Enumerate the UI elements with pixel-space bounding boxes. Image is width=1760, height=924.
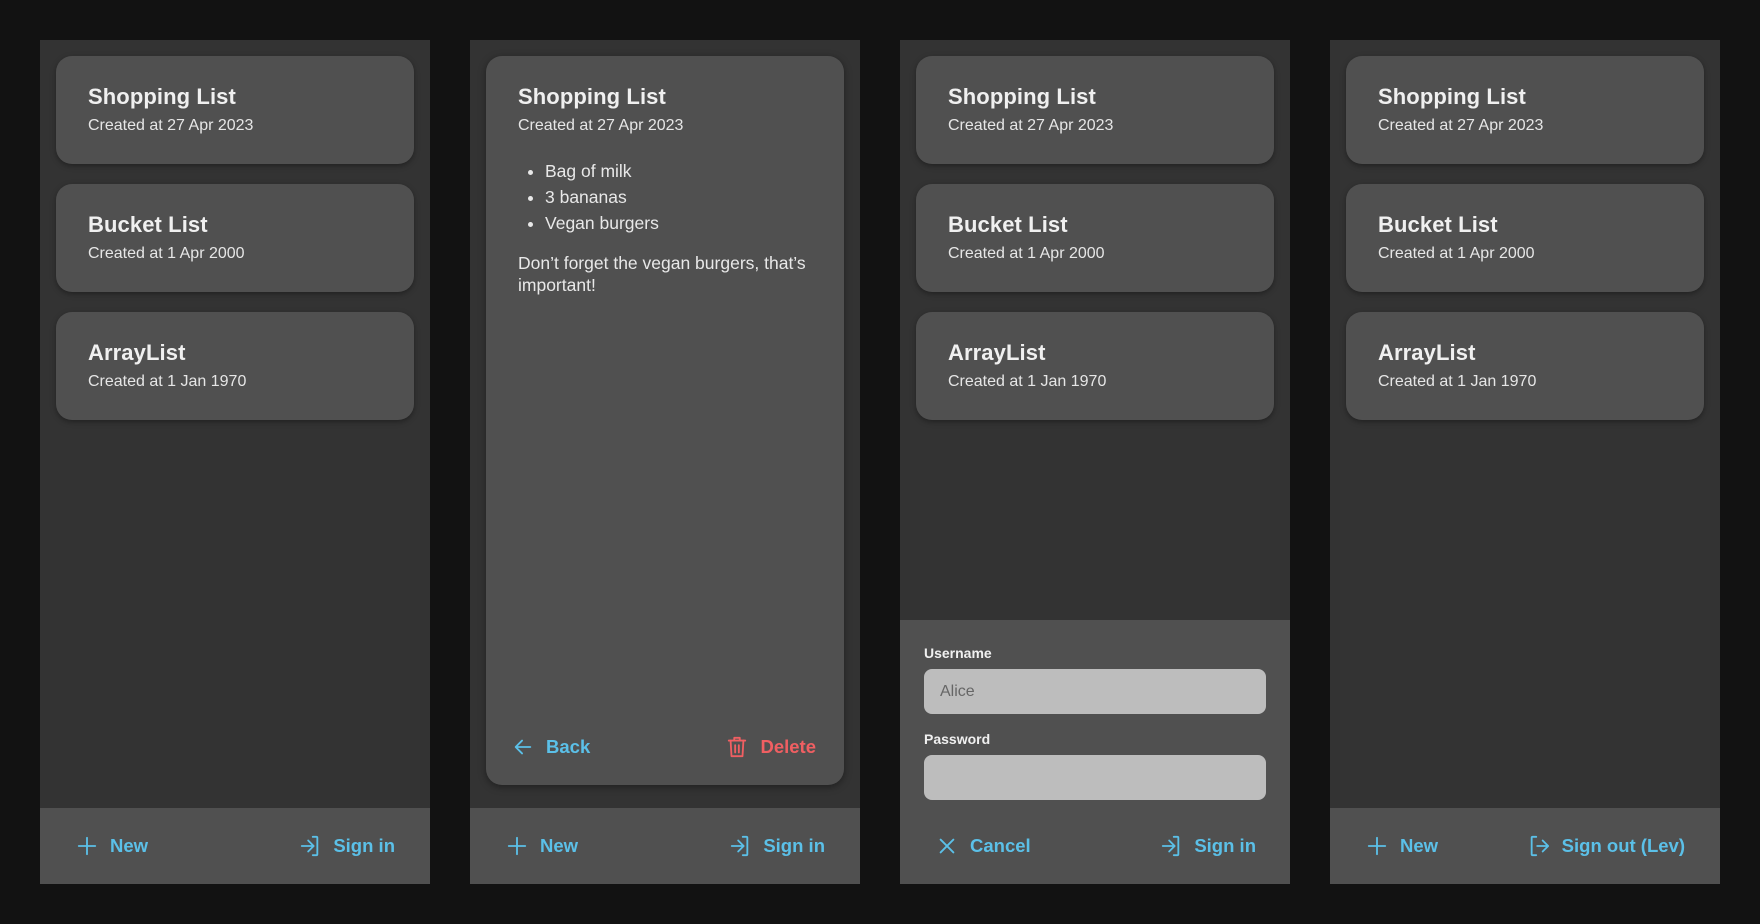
sign-in-button[interactable]: Sign in bbox=[299, 835, 395, 857]
cancel-button-label: Cancel bbox=[970, 835, 1031, 856]
arrow-left-icon bbox=[512, 736, 534, 758]
username-input[interactable] bbox=[924, 669, 1266, 714]
sign-in-button[interactable]: Sign in bbox=[729, 835, 825, 857]
list-card-title: Bucket List bbox=[948, 212, 1068, 237]
detail-actions: Back Delete bbox=[486, 729, 844, 765]
new-button[interactable]: New bbox=[506, 835, 578, 857]
sign-in-submit-button[interactable]: Sign in bbox=[1160, 835, 1256, 857]
new-button[interactable]: New bbox=[1366, 835, 1438, 857]
password-input[interactable] bbox=[924, 755, 1266, 800]
delete-button[interactable]: Delete bbox=[726, 736, 816, 758]
list-card-title: Bucket List bbox=[1378, 212, 1498, 237]
back-button-label: Back bbox=[546, 736, 591, 757]
list-card[interactable]: Bucket List Created at 1 Apr 2000 bbox=[1346, 184, 1704, 292]
bottom-bar: New Sign in bbox=[40, 808, 430, 884]
username-label: Username bbox=[924, 645, 992, 661]
list-card-created: Created at 1 Apr 2000 bbox=[88, 245, 245, 262]
sign-in-icon bbox=[299, 835, 321, 857]
list-card-title: ArrayList bbox=[948, 340, 1046, 365]
sign-out-button-label: Sign out (Lev) bbox=[1561, 835, 1685, 856]
list-card-title: Shopping List bbox=[88, 84, 236, 109]
detail-items: Bag of milk 3 bananas Vegan burgers bbox=[518, 158, 812, 236]
list-cards: Shopping List Created at 27 Apr 2023 Buc… bbox=[56, 56, 414, 440]
sign-in-actions: Cancel Sign in bbox=[900, 808, 1290, 884]
list-card-title: Bucket List bbox=[88, 212, 208, 237]
list-card-created: Created at 27 Apr 2023 bbox=[948, 117, 1114, 134]
list-card-title: Shopping List bbox=[1378, 84, 1526, 109]
list-card-title: Shopping List bbox=[948, 84, 1096, 109]
detail-note: Don’t forget the vegan burgers, that’s i… bbox=[518, 253, 806, 295]
password-label: Password bbox=[924, 731, 991, 747]
list-card[interactable]: ArrayList Created at 1 Jan 1970 bbox=[916, 312, 1274, 420]
trash-icon bbox=[726, 736, 748, 758]
sign-in-icon bbox=[1160, 835, 1182, 857]
list-card-created: Created at 1 Jan 1970 bbox=[1378, 373, 1537, 390]
list-card-created: Created at 1 Apr 2000 bbox=[948, 245, 1105, 262]
list-cards: Shopping List Created at 27 Apr 2023 Buc… bbox=[916, 56, 1274, 440]
stage: Shopping List Created at 27 Apr 2023 Buc… bbox=[0, 0, 1760, 924]
sign-in-button-label: Sign in bbox=[333, 835, 395, 856]
panel-detail: Shopping List Created at 27 Apr 2023 Bag… bbox=[470, 40, 860, 884]
bottom-bar: New Sign in bbox=[470, 808, 860, 884]
close-icon bbox=[936, 835, 958, 857]
new-button-label: New bbox=[110, 835, 149, 856]
password-field-group: Password bbox=[924, 731, 1266, 800]
plus-icon bbox=[76, 835, 98, 857]
detail-card: Shopping List Created at 27 Apr 2023 Bag… bbox=[486, 56, 844, 785]
sign-in-form: Username Password Cancel Sign bbox=[900, 620, 1290, 884]
sign-out-button[interactable]: Sign out (Lev) bbox=[1528, 835, 1685, 857]
detail-created: Created at 27 Apr 2023 bbox=[518, 117, 684, 134]
list-card[interactable]: ArrayList Created at 1 Jan 1970 bbox=[1346, 312, 1704, 420]
list-card-created: Created at 27 Apr 2023 bbox=[88, 117, 254, 134]
list-card-created: Created at 27 Apr 2023 bbox=[1378, 117, 1544, 134]
list-card-title: ArrayList bbox=[88, 340, 186, 365]
sign-out-icon bbox=[1528, 835, 1550, 857]
username-field-group: Username bbox=[924, 645, 1266, 714]
detail-item: 3 bananas bbox=[545, 184, 812, 210]
panel-list-signed-out: Shopping List Created at 27 Apr 2023 Buc… bbox=[40, 40, 430, 884]
list-cards: Shopping List Created at 27 Apr 2023 Buc… bbox=[1346, 56, 1704, 440]
sign-in-submit-label: Sign in bbox=[1194, 835, 1256, 856]
detail-title: Shopping List bbox=[518, 84, 666, 109]
cancel-button[interactable]: Cancel bbox=[936, 835, 1031, 857]
panel-list-signed-in: Shopping List Created at 27 Apr 2023 Buc… bbox=[1330, 40, 1720, 884]
delete-button-label: Delete bbox=[760, 736, 816, 757]
panel-sign-in: Shopping List Created at 27 Apr 2023 Buc… bbox=[900, 40, 1290, 884]
back-button[interactable]: Back bbox=[512, 736, 590, 758]
bottom-bar: New Sign out (Lev) bbox=[1330, 808, 1720, 884]
list-card-created: Created at 1 Jan 1970 bbox=[948, 373, 1107, 390]
list-card[interactable]: Shopping List Created at 27 Apr 2023 bbox=[56, 56, 414, 164]
plus-icon bbox=[1366, 835, 1388, 857]
new-button-label: New bbox=[540, 835, 579, 856]
detail-item: Vegan burgers bbox=[545, 210, 812, 236]
list-card[interactable]: Shopping List Created at 27 Apr 2023 bbox=[916, 56, 1274, 164]
new-button[interactable]: New bbox=[76, 835, 148, 857]
sign-in-button-label: Sign in bbox=[763, 835, 825, 856]
list-card[interactable]: ArrayList Created at 1 Jan 1970 bbox=[56, 312, 414, 420]
detail-item: Bag of milk bbox=[545, 158, 812, 184]
sign-in-icon bbox=[729, 835, 751, 857]
list-card[interactable]: Bucket List Created at 1 Apr 2000 bbox=[916, 184, 1274, 292]
plus-icon bbox=[506, 835, 528, 857]
list-card-created: Created at 1 Apr 2000 bbox=[1378, 245, 1535, 262]
list-card-created: Created at 1 Jan 1970 bbox=[88, 373, 247, 390]
new-button-label: New bbox=[1400, 835, 1439, 856]
list-card[interactable]: Shopping List Created at 27 Apr 2023 bbox=[1346, 56, 1704, 164]
list-card[interactable]: Bucket List Created at 1 Apr 2000 bbox=[56, 184, 414, 292]
list-card-title: ArrayList bbox=[1378, 340, 1476, 365]
